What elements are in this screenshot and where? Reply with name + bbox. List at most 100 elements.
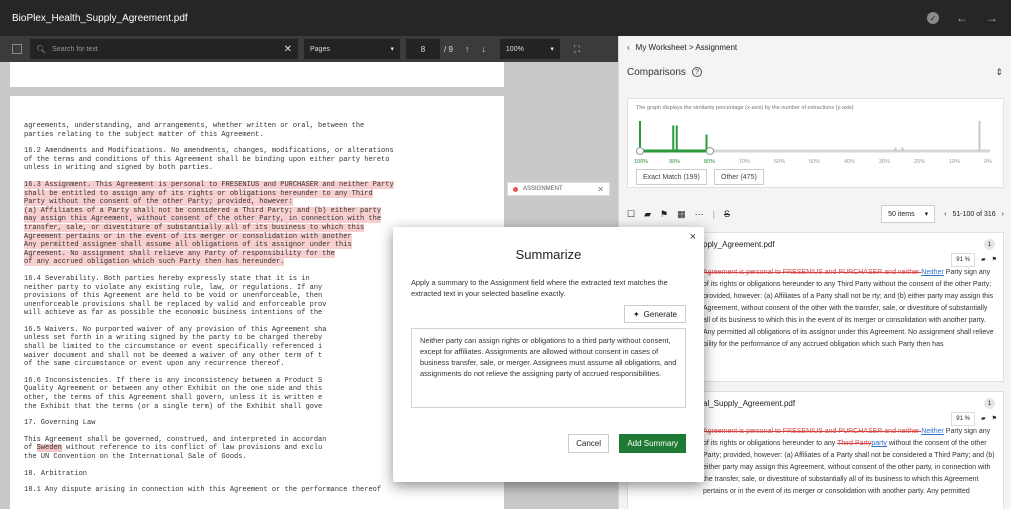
paragraph-16-2: 16.2 Amendments and Modifications. No am…: [24, 147, 394, 173]
card-text: Agreement is personal to FRESENIUS and P…: [703, 428, 995, 495]
generate-button[interactable]: ✦ Generate: [623, 305, 686, 323]
range-handle-1[interactable]: [706, 147, 714, 155]
more-icon[interactable]: ⋯: [695, 209, 704, 220]
similarity-badge: 91 %: [951, 412, 975, 426]
strikethrough-icon[interactable]: S: [724, 209, 730, 219]
check-icon[interactable]: ✓: [927, 12, 939, 24]
tag-dot-icon: [513, 186, 518, 192]
flag-icon[interactable]: ⚑: [992, 254, 997, 266]
x-tick-label: 100%: [634, 159, 649, 165]
checkbox-icon[interactable]: ☐: [627, 209, 635, 220]
summarize-dialog: × Summarize Apply a summary to the Assig…: [393, 227, 704, 482]
grid-icon[interactable]: ▦: [677, 209, 686, 220]
chart-bar-1: [672, 125, 675, 151]
chevron-left-icon[interactable]: ‹: [627, 43, 630, 52]
similarity-badge: 91 %: [951, 253, 975, 267]
x-tick-label: 70%: [739, 159, 751, 165]
fullscreen-icon[interactable]: ⛶: [574, 44, 580, 55]
chevron-down-icon: ▾: [550, 46, 554, 53]
card-count-badge: 1: [984, 239, 995, 250]
comparisons-title: Comparisons: [627, 66, 686, 78]
breadcrumb-text: My Worksheet > Assignment: [635, 42, 738, 52]
title-bar: BioPlex_Health_Supply_Agreement.pdf ✓ ← …: [0, 0, 1011, 36]
items-per-page-value: 50 items: [888, 210, 915, 218]
card-filename[interactable]: pply_Agreement.pdf: [703, 239, 995, 251]
generate-label: Generate: [643, 309, 677, 319]
tag-icon[interactable]: ▰: [644, 209, 651, 220]
view-mode-select[interactable]: Pages ▾: [304, 39, 400, 59]
pagination: ‹ 51-100 of 316 ›: [944, 211, 1004, 218]
x-tick-label: 80%: [704, 159, 716, 165]
results-toolbar: ☐ ▰ ⚑ ▦ ⋯ | S 50 items ▾ ‹ 51-100 of 316…: [627, 204, 1004, 224]
highlighted-sweden[interactable]: Sweden: [36, 444, 62, 453]
dialog-description: Apply a summary to the Assignment field …: [411, 278, 668, 298]
graph-description: The graph displays the similarity percen…: [636, 105, 854, 111]
search-icon: 🔍︎: [36, 44, 47, 54]
chart-bar-4: [894, 147, 897, 151]
window-title: BioPlex_Health_Supply_Agreement.pdf: [12, 12, 188, 24]
cancel-button[interactable]: Cancel: [568, 434, 609, 453]
chart-bar-6: [978, 121, 981, 151]
flag-icon[interactable]: ⚑: [660, 209, 668, 220]
dialog-title: Summarize: [515, 247, 582, 262]
pdf-toolbar: 🔍︎ Search for text ✕ Pages ▾ 8 / 9 ↑ ↓ 1…: [0, 36, 618, 62]
items-per-page-select[interactable]: 50 items ▾: [881, 205, 936, 223]
similarity-chart[interactable]: [636, 117, 998, 161]
card-count-badge: 1: [984, 398, 995, 409]
x-tick-label: 20%: [914, 159, 926, 165]
back-arrow-icon[interactable]: ←: [955, 11, 969, 25]
search-input[interactable]: Search for text: [52, 46, 277, 53]
close-icon[interactable]: ✕: [597, 185, 604, 194]
x-tick-label: 90%: [669, 159, 681, 165]
chevron-down-icon: ▾: [390, 46, 394, 53]
card-filename[interactable]: al_Supply_Agreement.pdf: [703, 398, 995, 410]
clear-search-icon[interactable]: ✕: [284, 44, 292, 55]
x-tick-label: 50%: [809, 159, 821, 165]
add-summary-button[interactable]: Add Summary: [619, 434, 686, 453]
total-pages: / 9: [444, 44, 453, 54]
sidebar-toggle-icon[interactable]: [12, 44, 22, 54]
assignment-tag[interactable]: ASSIGNMENT ✕: [507, 182, 610, 196]
next-match-icon[interactable]: ↓: [481, 44, 486, 54]
x-tick-label: 60%: [774, 159, 786, 165]
page-number-input[interactable]: 8: [406, 39, 440, 59]
prev-page-icon[interactable]: ‹: [944, 211, 946, 218]
range-handle-0[interactable]: [636, 147, 644, 155]
chart-bar-2: [675, 125, 678, 151]
paragraph-intro: agreements, understanding, and arrangeme…: [24, 122, 365, 139]
x-tick-label: 0%: [984, 159, 992, 165]
tag-icon[interactable]: ▰: [981, 413, 986, 425]
highlighted-assignment-clause[interactable]: 16.3 Assignment. This Agreement is perso…: [24, 180, 394, 267]
chart-bar-5: [901, 147, 904, 151]
card-text: Agreement is personal to FRESENIUS and P…: [703, 269, 994, 348]
help-icon[interactable]: ?: [691, 67, 702, 77]
paragraph-18-1: 18.1 Any dispute arising in connection w…: [24, 486, 382, 495]
flag-icon[interactable]: ⚑: [992, 413, 997, 425]
x-tick-label: 30%: [879, 159, 891, 165]
divider: |: [712, 209, 715, 219]
other-button[interactable]: Other (475): [714, 169, 764, 185]
chevron-down-icon: ▾: [924, 211, 929, 218]
sort-icon[interactable]: ⇕: [995, 67, 1003, 78]
sparkle-icon: ✦: [632, 309, 640, 319]
summary-textarea[interactable]: Neither party can assign rights or oblig…: [411, 328, 686, 408]
pdf-page-previous: [10, 62, 504, 87]
close-icon[interactable]: ×: [690, 231, 696, 243]
zoom-select[interactable]: 100% ▾: [499, 39, 560, 59]
next-page-icon[interactable]: ›: [1002, 211, 1004, 218]
chart-bar-0: [639, 121, 641, 151]
x-tick-label: 40%: [844, 159, 856, 165]
view-mode-value: Pages: [310, 45, 330, 53]
zoom-value: 100%: [505, 45, 524, 53]
pagination-text: 51-100 of 316: [952, 210, 996, 218]
tag-icon[interactable]: ▰: [981, 254, 986, 266]
assignment-tag-label: ASSIGNMENT: [523, 186, 563, 192]
search-box[interactable]: 🔍︎ Search for text ✕: [30, 39, 298, 59]
exact-match-button[interactable]: Exact Match (199): [636, 169, 707, 185]
breadcrumb[interactable]: ‹ My Worksheet > Assignment: [619, 36, 1011, 58]
similarity-graph[interactable]: The graph displays the similarity percen…: [627, 98, 1004, 188]
forward-arrow-icon[interactable]: →: [985, 11, 999, 25]
x-tick-label: 10%: [949, 159, 961, 165]
prev-match-icon[interactable]: ↑: [465, 44, 470, 54]
comparisons-header: Comparisons ? ⇕: [619, 58, 1011, 86]
